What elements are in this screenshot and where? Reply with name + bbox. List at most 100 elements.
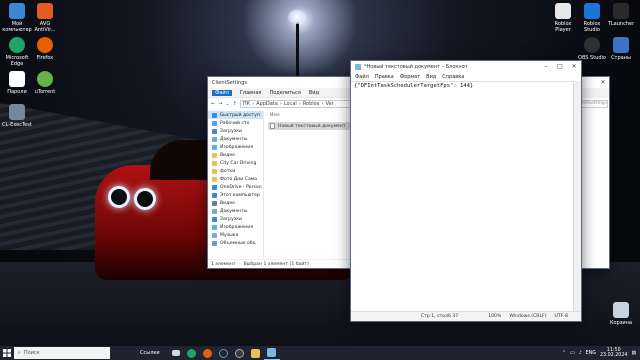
taskbar-notepad[interactable] — [263, 346, 280, 360]
nav-item-documents-pc[interactable]: Документы — [208, 207, 263, 215]
desktop-icon-cl-exectest[interactable]: CL-ExecTest — [0, 104, 34, 128]
address-bar[interactable]: ПК › AppData › Local › Roblox › Ver — [239, 100, 351, 108]
desktop-icon-label: Страны — [611, 55, 631, 61]
desktop-icon-edge[interactable]: Microsoft Edge — [2, 37, 32, 67]
nav-item-documents[interactable]: Документы — [208, 135, 263, 143]
up-arrow-icon[interactable]: ↑ — [233, 101, 237, 107]
desktop-icon-roblox-studio[interactable]: Roblox Studio — [577, 3, 607, 33]
nav-item-3d-objects[interactable]: Объемные объ — [208, 239, 263, 247]
taskbar-steam[interactable] — [216, 346, 232, 360]
cloud-icon — [212, 184, 217, 190]
desktop-icon-tlauncher[interactable]: TLauncher — [606, 3, 636, 27]
document-icon — [212, 208, 217, 214]
task-view-icon — [171, 350, 180, 356]
chevron-down-icon[interactable]: ⌄ — [225, 101, 229, 107]
forward-arrow-icon[interactable]: → — [218, 101, 222, 107]
start-button[interactable] — [0, 346, 14, 360]
desktop-icon-avg[interactable]: AVG AntiVir... — [30, 3, 60, 33]
taskbar-search-box[interactable]: ⌕ Поиск — [14, 347, 110, 359]
breadcrumb-appdata[interactable]: AppData — [256, 101, 278, 107]
menu-help[interactable]: Справка — [442, 74, 464, 80]
ribbon-tab-home[interactable]: Главная — [240, 90, 262, 96]
network-icon[interactable]: ▭ — [570, 351, 575, 356]
obs-icon — [584, 37, 600, 53]
nav-item-label: фотки — [220, 168, 236, 174]
ribbon-tab-file[interactable]: Файл — [212, 89, 232, 96]
taskbar-obs[interactable] — [232, 346, 248, 360]
notepad-text-area[interactable]: {"DFIntTaskSchedulerTargetFps": 144} — [351, 81, 575, 313]
minimize-icon[interactable]: – — [539, 61, 553, 72]
desktop-icon-label: Firefox — [36, 55, 54, 61]
file-explorer-window[interactable]: ClientSettings Файл Главная Поделиться В… — [207, 76, 355, 269]
nav-item-city-car-driving[interactable]: City Car Driving — [208, 159, 263, 167]
taskbar-edge[interactable] — [184, 346, 200, 360]
folder-icon — [212, 160, 217, 166]
maximize-icon[interactable]: □ — [553, 61, 567, 72]
background-window-titlebar[interactable]: ✕ — [579, 77, 609, 88]
nav-item-videos[interactable]: Видео — [208, 199, 263, 207]
nav-item-photos[interactable]: фотки — [208, 167, 263, 175]
background-window-edge[interactable]: ✕ Поиск: ClientSettings — [578, 76, 610, 269]
desktop-icon-recycle-bin[interactable]: Корзина — [606, 302, 636, 326]
nav-item-label: Изображения — [220, 144, 253, 150]
taskbar-firefox[interactable] — [200, 346, 216, 360]
taskbar-task-view[interactable] — [168, 346, 184, 360]
desktop-icon-label: TLauncher — [607, 21, 635, 27]
taskbar-explorer[interactable] — [248, 346, 264, 360]
breadcrumb-roblox[interactable]: Roblox — [303, 101, 320, 107]
globe-icon — [613, 37, 629, 53]
desktop-icon-label: Мой компьютер — [2, 21, 32, 33]
menu-format[interactable]: Формат — [400, 74, 420, 80]
desktop-icon-label: AVG AntiVir... — [34, 21, 56, 33]
nav-item-label: Видео — [220, 200, 235, 206]
desktop-icon-obs[interactable]: OBS Studio — [577, 37, 607, 61]
links-toolbar[interactable]: Ссылки — [140, 350, 160, 356]
desktop-icon-countries[interactable]: Страны — [606, 37, 636, 61]
nav-item-quick-access[interactable]: Быстрый доступ — [208, 111, 263, 119]
ribbon-tab-view[interactable]: Вид — [309, 90, 319, 96]
nav-item-downloads[interactable]: Загрузки — [208, 127, 263, 135]
firefox-icon — [37, 37, 53, 53]
chevron-up-icon[interactable]: ⌃ — [562, 351, 566, 356]
language-indicator[interactable]: ENG — [586, 351, 596, 356]
desktop-icon-passwords[interactable]: Пароли — [2, 71, 32, 95]
desktop-icon-firefox[interactable]: Firefox — [30, 37, 60, 61]
desktop-icon-utorrent[interactable]: uTorrent — [30, 71, 60, 95]
menu-edit[interactable]: Правка — [375, 74, 394, 80]
desktop-icon-roblox-player[interactable]: Roblox Player — [548, 3, 578, 33]
nav-item-photos-days[interactable]: Фото Дни Само — [208, 175, 263, 183]
nav-item-music[interactable]: Музыка — [208, 231, 263, 239]
nav-item-pictures[interactable]: Изображения — [208, 143, 263, 151]
close-icon[interactable]: ✕ — [597, 77, 609, 88]
desktop-icon-my-computer[interactable]: Мой компьютер — [2, 3, 32, 33]
column-header-name[interactable]: Имя — [266, 111, 354, 120]
back-arrow-icon[interactable]: ← — [211, 101, 215, 107]
breadcrumb-local[interactable]: Local — [284, 101, 297, 107]
close-icon[interactable]: ✕ — [567, 61, 581, 72]
file-row[interactable]: Новый текстовый документ — [268, 122, 352, 130]
ribbon-tab-share[interactable]: Поделиться — [269, 90, 300, 96]
nav-item-label: Объемные объ — [220, 240, 256, 246]
breadcrumb-pc[interactable]: ПК — [243, 101, 250, 107]
explorer-address-row: ← → ⌄ ↑ ПК › AppData › Local › Roblox › Ver — [208, 98, 354, 110]
nav-item-pictures-pc[interactable]: Изображения — [208, 223, 263, 231]
menu-view[interactable]: Вид — [426, 74, 436, 80]
notification-icon[interactable]: ▤ — [631, 351, 636, 356]
line-ending: Windows (CRLF) — [509, 314, 547, 319]
menu-file[interactable]: Файл — [355, 74, 369, 80]
nav-item-this-pc[interactable]: Этот компьютер — [208, 191, 263, 199]
text-file-icon — [9, 71, 25, 87]
clock[interactable]: 11:50 23.02.2024 — [600, 348, 627, 359]
explorer-titlebar[interactable]: ClientSettings — [208, 77, 354, 88]
nav-item-onedrive[interactable]: OneDrive - Person — [208, 183, 263, 191]
notepad-vertical-scrollbar[interactable] — [573, 81, 581, 313]
notepad-titlebar[interactable]: *Новый текстовый документ – Блокнот – □ … — [351, 61, 581, 72]
explorer-search-field[interactable]: Поиск: ClientSettings — [580, 100, 608, 108]
nav-item-downloads-pc[interactable]: Загрузки — [208, 215, 263, 223]
nav-item-video-folder[interactable]: Видео — [208, 151, 263, 159]
breadcrumb-version[interactable]: Ver — [326, 101, 334, 107]
encoding: UTF-8 — [554, 314, 568, 319]
notepad-window[interactable]: *Новый текстовый документ – Блокнот – □ … — [350, 60, 582, 322]
nav-item-desktop[interactable]: Рабочий сто — [208, 119, 263, 127]
volume-icon[interactable]: ♪ — [579, 351, 582, 356]
